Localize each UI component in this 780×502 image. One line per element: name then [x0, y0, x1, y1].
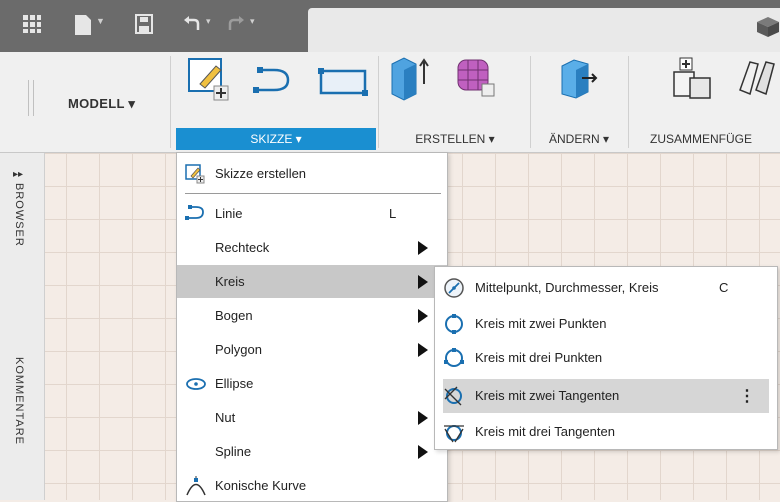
- center-diameter-circle-icon: [443, 277, 465, 299]
- menu-item-label: Ellipse: [215, 376, 254, 391]
- ribbon-separator: [530, 56, 531, 148]
- expand-browser-icon[interactable]: ▸▸: [13, 169, 23, 180]
- sketch-menu-button[interactable]: SKIZZE ▾: [176, 128, 376, 150]
- create-sketch-icon: [185, 164, 205, 184]
- undo-icon[interactable]: [182, 14, 202, 36]
- circle-submenu: Mittelpunkt, Durchmesser, Kreis C Kreis …: [434, 266, 778, 450]
- submenu-arrow-icon: [418, 275, 428, 289]
- menu-item-circle[interactable]: Kreis: [177, 265, 447, 298]
- browser-panel-tab[interactable]: BROWSER: [13, 183, 25, 247]
- menu-item-label: Skizze erstellen: [215, 166, 307, 181]
- menu-item-polygon[interactable]: Polygon: [177, 333, 447, 366]
- submenu-arrow-icon: [418, 309, 428, 323]
- ribbon-toolbar: MODELL ▾ SKIZZE ▾ ERSTELLEN ▾ ÄNDERN ▾ Z…: [0, 52, 780, 153]
- submenu-item-label: Mittelpunkt, Durchmesser, Kreis: [475, 280, 659, 295]
- workspace-label: MODELL: [68, 96, 125, 111]
- sketch-dropdown-menu: Skizze erstellen Linie L Rechteck Kreis …: [176, 152, 448, 502]
- menu-item-slot[interactable]: Nut: [177, 401, 447, 434]
- line-tool-icon[interactable]: [252, 66, 296, 105]
- menu-item-label: Kreis: [215, 274, 245, 289]
- create-menu-button[interactable]: ERSTELLEN ▾: [380, 128, 530, 150]
- create-menu-label: ERSTELLEN: [415, 132, 486, 146]
- ribbon-separator: [378, 56, 379, 148]
- menu-item-ellipse[interactable]: Ellipse: [177, 367, 447, 400]
- menu-item-label: Bogen: [215, 308, 253, 323]
- menu-item-create-sketch[interactable]: Skizze erstellen: [177, 157, 447, 190]
- menu-item-rectangle[interactable]: Rechteck: [177, 231, 447, 264]
- submenu-item-two-point-circle[interactable]: Kreis mit zwei Punkten: [435, 307, 777, 341]
- submenu-item-label: Kreis mit zwei Tangenten: [475, 388, 620, 403]
- menu-item-line[interactable]: Linie L: [177, 197, 447, 230]
- modify-menu-button[interactable]: ÄNDERN ▾: [534, 128, 624, 150]
- modify-menu-label: ÄNDERN: [548, 132, 600, 146]
- submenu-item-label: Kreis mit zwei Punkten: [475, 316, 607, 331]
- menu-divider: [185, 193, 441, 194]
- form-icon[interactable]: [454, 54, 498, 105]
- submenu-arrow-icon: [418, 445, 428, 459]
- comments-panel-tab[interactable]: KOMMENTARE: [13, 357, 25, 445]
- redo-icon[interactable]: [226, 14, 246, 36]
- submenu-item-two-tangent-circle[interactable]: Kreis mit zwei Tangenten ⋮: [443, 379, 769, 413]
- submenu-item-label: Kreis mit drei Punkten: [475, 350, 603, 365]
- ellipse-icon: [185, 374, 206, 394]
- three-tangent-circle-icon: [443, 421, 465, 443]
- menu-item-label: Nut: [215, 410, 236, 425]
- two-point-circle-icon: [443, 313, 465, 335]
- quick-access-toolbar: ▼ ▾ ▾: [0, 0, 780, 52]
- cube-icon[interactable]: [756, 16, 780, 38]
- menu-item-shortcut: L: [389, 206, 397, 221]
- ribbon-separator: [628, 56, 629, 148]
- menu-item-label: Linie: [215, 206, 243, 221]
- side-panel: ▸▸ BROWSER KOMMENTARE: [0, 153, 45, 500]
- assemble-menu-label: ZUSAMMENFÜGE: [650, 132, 752, 146]
- menu-item-label: Rechteck: [215, 240, 270, 255]
- conic-curve-icon: [185, 476, 206, 496]
- extrude-icon[interactable]: [388, 54, 432, 105]
- assemble-menu-button[interactable]: ZUSAMMENFÜGE: [632, 128, 780, 150]
- submenu-arrow-icon: [418, 343, 428, 357]
- file-icon[interactable]: [74, 14, 92, 36]
- joint-icon[interactable]: [736, 54, 780, 105]
- submenu-arrow-icon: [418, 241, 428, 255]
- more-options-icon[interactable]: ⋮: [739, 386, 755, 406]
- menu-item-spline[interactable]: Spline: [177, 435, 447, 468]
- submenu-item-three-point-circle[interactable]: Kreis mit drei Punkten: [435, 341, 777, 375]
- menu-item-label: Spline: [215, 444, 252, 459]
- apps-grid-icon[interactable]: [22, 14, 42, 36]
- menu-item-label: Polygon: [215, 342, 262, 357]
- submenu-item-center-diameter-circle[interactable]: Mittelpunkt, Durchmesser, Kreis C: [435, 271, 777, 305]
- rectangle-tool-icon[interactable]: [318, 68, 368, 99]
- submenu-item-three-tangent-circle[interactable]: Kreis mit drei Tangenten: [435, 415, 777, 449]
- menu-item-conic-curve[interactable]: Konische Kurve: [177, 469, 447, 502]
- press-pull-icon[interactable]: [556, 54, 600, 105]
- three-point-circle-icon: [443, 347, 465, 369]
- line-icon: [185, 204, 205, 224]
- menu-item-label: Konische Kurve: [215, 478, 307, 493]
- create-sketch-icon[interactable]: [186, 56, 230, 105]
- file-menu-caret[interactable]: ▼: [96, 16, 105, 26]
- save-icon[interactable]: [135, 14, 153, 36]
- submenu-item-label: Kreis mit drei Tangenten: [475, 424, 615, 439]
- ribbon-separator: [170, 56, 171, 148]
- sketch-menu-label: SKIZZE: [250, 132, 293, 146]
- workspace-switcher[interactable]: MODELL ▾: [68, 96, 135, 112]
- ribbon-grip[interactable]: [28, 80, 34, 116]
- document-tab-strip: [308, 8, 780, 52]
- submenu-item-shortcut: C: [719, 280, 729, 295]
- undo-history-caret[interactable]: ▾: [206, 16, 211, 27]
- redo-history-caret[interactable]: ▾: [250, 16, 255, 27]
- two-tangent-circle-icon: [443, 385, 465, 407]
- submenu-arrow-icon: [418, 411, 428, 425]
- new-component-icon[interactable]: [670, 54, 714, 105]
- menu-item-arc[interactable]: Bogen: [177, 299, 447, 332]
